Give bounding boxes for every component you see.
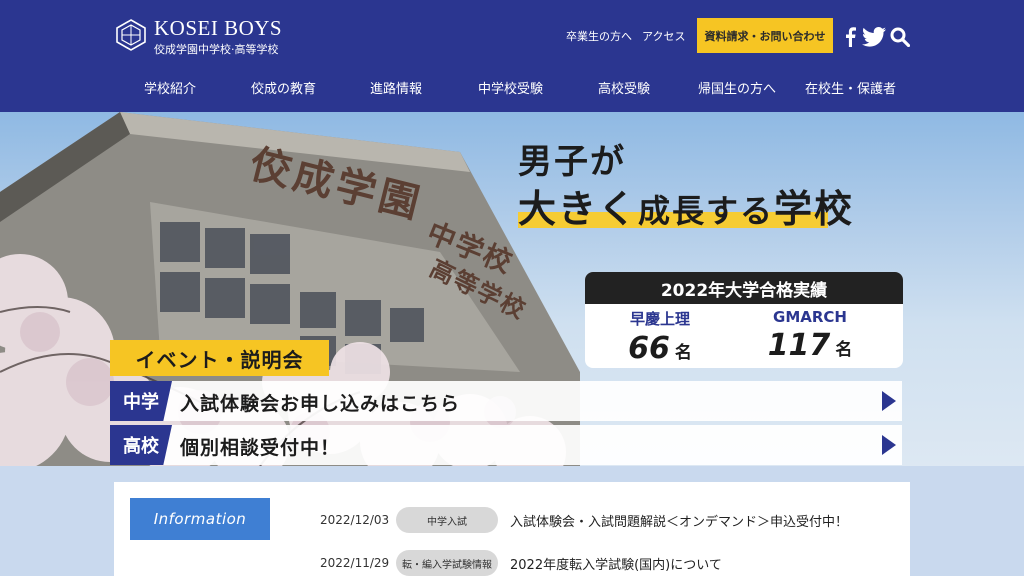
- result-label: GMARCH: [773, 308, 847, 326]
- nav-item-career[interactable]: 進路情報: [370, 78, 422, 97]
- slogan-big-text: 大きく: [518, 187, 639, 231]
- news-category-badge: 中学入試: [396, 507, 498, 533]
- events-label: イベント・説明会: [110, 340, 329, 376]
- hero-slogan-line2: 大きく成長する学校: [518, 178, 854, 233]
- results-title: 2022年大学合格実績: [585, 272, 903, 304]
- nav-item-students-parents[interactable]: 在校生・保護者: [805, 78, 896, 97]
- result-value: 66 名: [628, 331, 692, 366]
- event-text: 個別相談受付中！: [180, 437, 341, 459]
- logo-subtitle: 佼成学園中学校·高等学校: [154, 43, 279, 56]
- nav-item-high-exam[interactable]: 高校受験: [598, 78, 650, 97]
- news-date: 2022/12/03: [320, 513, 390, 527]
- result-label: 早慶上理: [629, 310, 690, 328]
- event-tag: 中学: [110, 381, 172, 421]
- hero-banner: 佼成学園 中学校 高等学校 男子が 大きく成長する学校 2022年大学合格実績 …: [0, 112, 1024, 466]
- information-button[interactable]: Information: [130, 498, 270, 540]
- news-title[interactable]: 入試体験会・入試問題解説＜オンデマンド＞申込受付中！: [510, 511, 848, 530]
- event-text: 入試体験会お申し込みはこちら: [180, 393, 461, 415]
- admission-results-card[interactable]: 2022年大学合格実績 早慶上理 66 名 GMARCH 117 名: [585, 272, 903, 368]
- twitter-icon[interactable]: [862, 27, 886, 47]
- chevron-right-icon: [882, 391, 896, 411]
- result-item: 早慶上理 66 名: [585, 306, 735, 366]
- event-row-junior[interactable]: 中学 入試体験会お申し込みはこちら: [110, 381, 902, 421]
- hero-slogan-line1: 男子が: [518, 142, 626, 182]
- information-panel: Information 2022/12/03 中学入試 入試体験会・入試問題解説…: [114, 482, 910, 576]
- news-category-badge: 転・編入学試験情報: [396, 550, 498, 576]
- search-icon[interactable]: [890, 27, 910, 47]
- news-item[interactable]: 2022/11/29 転・編入学試験情報 2022年度転入学試験(国内)について: [320, 550, 900, 576]
- news-title[interactable]: 2022年度転入学試験(国内)について: [510, 554, 722, 573]
- result-value: 117 名: [767, 328, 853, 363]
- request-info-button[interactable]: 資料請求・お問い合わせ: [697, 18, 833, 53]
- nav-item-returnees[interactable]: 帰国生の方へ: [698, 78, 776, 97]
- slogan-mid-text: 成長する: [638, 192, 775, 230]
- chevron-right-icon: [882, 435, 896, 455]
- news-item[interactable]: 2022/12/03 中学入試 入試体験会・入試問題解説＜オンデマンド＞申込受付…: [320, 507, 900, 533]
- access-link[interactable]: アクセス: [642, 28, 685, 44]
- event-row-high[interactable]: 高校 個別相談受付中！: [110, 425, 902, 465]
- nav-item-education[interactable]: 佼成の教育: [251, 78, 316, 97]
- site-header: KOSEI BOYS 佼成学園中学校·高等学校 卒業生の方へ アクセス 資料請求…: [0, 0, 1024, 112]
- news-date: 2022/11/29: [320, 556, 390, 570]
- main-nav: 学校紹介 佼成の教育 進路情報 中学校受験 高校受験 帰国生の方へ 在校生・保護…: [0, 72, 1024, 102]
- event-tag: 高校: [110, 425, 172, 465]
- alumni-link[interactable]: 卒業生の方へ: [566, 28, 632, 44]
- slogan-end-text: 学校: [774, 187, 855, 231]
- nav-item-junior-exam[interactable]: 中学校受験: [478, 78, 543, 97]
- site-logo[interactable]: KOSEI BOYS 佼成学園中学校·高等学校: [114, 16, 294, 56]
- nav-item-about[interactable]: 学校紹介: [144, 78, 196, 97]
- result-item: GMARCH 117 名: [735, 306, 885, 363]
- facebook-icon[interactable]: [843, 27, 857, 47]
- school-emblem-icon: [116, 19, 146, 51]
- logo-name: KOSEI BOYS: [154, 16, 283, 40]
